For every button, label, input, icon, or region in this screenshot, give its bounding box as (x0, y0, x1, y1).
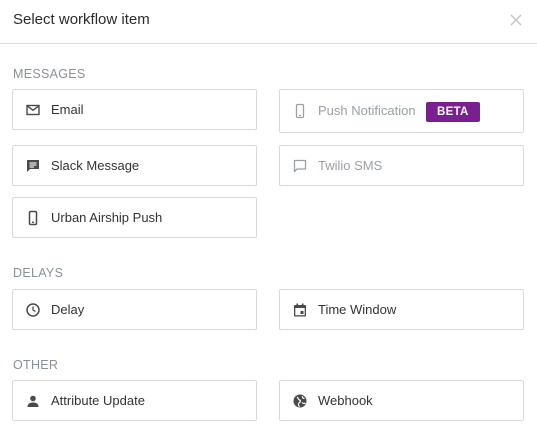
workflow-item-label: Push Notification (318, 103, 416, 118)
section-title-other: OTHER (13, 358, 59, 372)
workflow-item-slack-message[interactable]: Slack Message (12, 145, 257, 186)
mail-icon (25, 102, 41, 118)
workflow-item-urban-airship-push[interactable]: Urban Airship Push (12, 197, 257, 238)
workflow-item-time-window[interactable]: Time Window (279, 289, 524, 330)
workflow-item-label: Delay (51, 302, 85, 317)
workflow-item-label: Attribute Update (51, 393, 145, 408)
modal-title: Select workflow item (13, 11, 150, 28)
chat-bubble-outline-icon (292, 158, 308, 174)
workflow-item-email[interactable]: Email (12, 89, 257, 130)
smartphone-icon (25, 210, 41, 226)
workflow-item-label: Urban Airship Push (51, 210, 163, 225)
close-icon[interactable] (509, 13, 523, 27)
workflow-item-label: Webhook (318, 393, 373, 408)
smartphone-icon (292, 103, 308, 119)
workflow-item-twilio-sms[interactable]: Twilio SMS (279, 145, 524, 186)
workflow-item-label: Twilio SMS (318, 158, 383, 173)
globe-icon (292, 393, 308, 409)
person-icon (25, 393, 41, 409)
workflow-item-label: Time Window (318, 302, 397, 317)
beta-badge: BETA (426, 102, 480, 122)
section-title-delays: DELAYS (13, 266, 64, 280)
chat-bubble-icon (25, 158, 41, 174)
calendar-icon (292, 302, 308, 318)
clock-icon (25, 302, 41, 318)
workflow-item-label: Email (51, 102, 84, 117)
workflow-item-label: Slack Message (51, 158, 140, 173)
workflow-item-webhook[interactable]: Webhook (279, 380, 524, 421)
workflow-item-push-notification[interactable]: Push Notification BETA (279, 89, 524, 133)
workflow-item-delay[interactable]: Delay (12, 289, 257, 330)
workflow-item-attribute-update[interactable]: Attribute Update (12, 380, 257, 421)
modal-header: Select workflow item (0, 0, 537, 44)
section-title-messages: MESSAGES (13, 67, 86, 81)
